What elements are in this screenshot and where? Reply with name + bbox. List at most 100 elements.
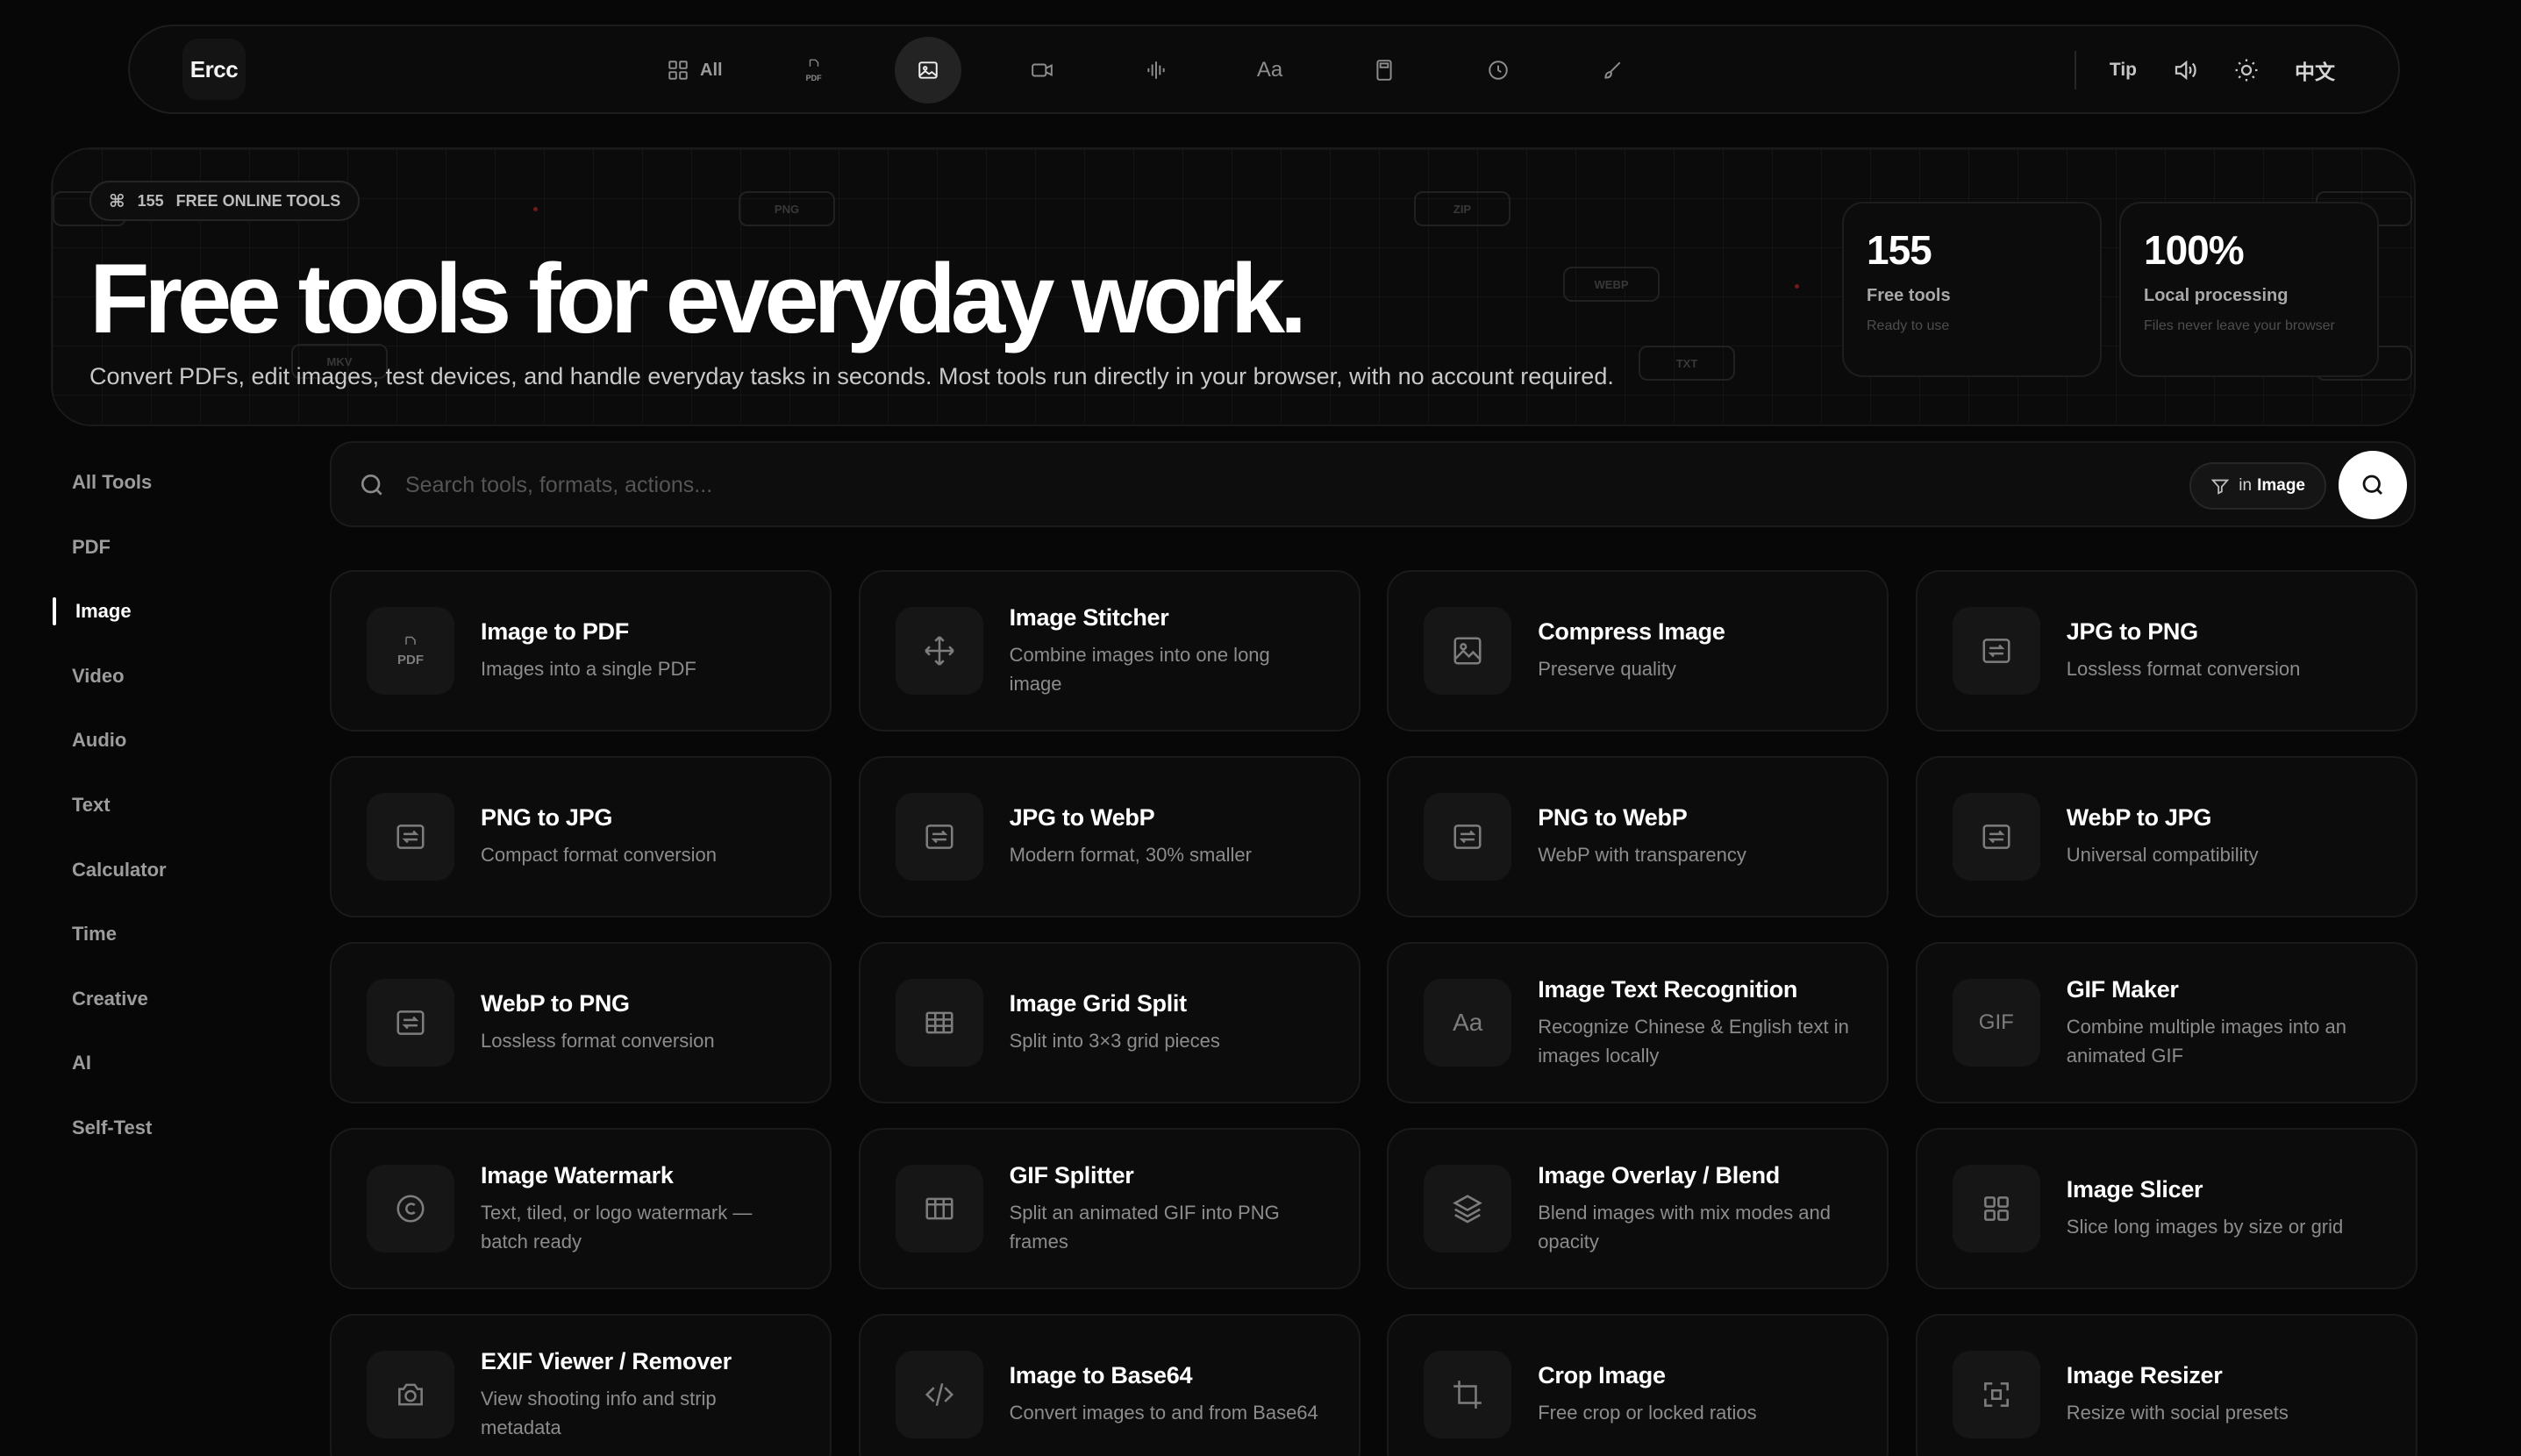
tool-description: Split into 3×3 grid pieces — [1009, 1030, 1220, 1052]
nav-category-creative[interactable] — [1579, 37, 1646, 103]
tool-title: PNG to JPG — [481, 804, 613, 831]
sidebar-item-self-test[interactable]: Self-Test — [53, 1110, 263, 1146]
nav-category-time[interactable] — [1465, 37, 1532, 103]
divider — [2074, 51, 2076, 89]
copyright-icon — [367, 1165, 454, 1253]
code-icon — [895, 1351, 983, 1438]
search-input[interactable] — [405, 460, 2072, 510]
tool-card-webp-to-png[interactable]: WebP to PNG Lossless format conversion — [330, 942, 832, 1103]
tool-card-gif-maker[interactable]: GIF GIF Maker Combine multiple images in… — [1915, 942, 2417, 1103]
tool-card-jpg-to-png[interactable]: JPG to PNG Lossless format conversion — [1915, 570, 2417, 732]
sidebar-item-audio[interactable]: Audio — [53, 723, 263, 758]
grid-icon — [668, 61, 688, 80]
tool-description: Images into a single PDF — [481, 658, 696, 680]
sidebar-item-pdf[interactable]: PDF — [53, 530, 263, 565]
tool-description: View shooting info and strip metadata — [481, 1387, 717, 1438]
convert-icon — [1952, 607, 2040, 695]
search-button[interactable] — [2339, 451, 2407, 519]
tool-description: Universal compatibility — [2066, 844, 2259, 866]
sidebar-item-video[interactable]: Video — [53, 659, 263, 694]
tool-title: Image to PDF — [481, 618, 629, 645]
move-icon — [895, 607, 983, 695]
nav-category-all[interactable]: All — [656, 37, 733, 103]
tool-card-crop-image[interactable]: Crop Image Free crop or locked ratios — [1387, 1314, 1889, 1456]
tool-card-image-resizer[interactable]: Image Resizer Resize with social presets — [1915, 1314, 2417, 1456]
tool-card-image-overlay-blend[interactable]: Image Overlay / Blend Blend images with … — [1387, 1128, 1889, 1289]
search-icon — [2362, 475, 2382, 495]
tool-title: Image Grid Split — [1009, 990, 1188, 1017]
sidebar-item-calculator[interactable]: Calculator — [53, 853, 263, 888]
page-title: Free tools for everyday work. — [89, 244, 1307, 353]
tool-description: Lossless format conversion — [481, 1030, 715, 1052]
stat-card-tools: 155 Free tools Ready to use — [1842, 202, 2102, 377]
top-right-tools: Tip 中文 — [2074, 37, 2335, 103]
tool-grid: PDF Image to PDF Images into a single PD… — [330, 570, 2417, 1456]
filter-icon — [2211, 479, 2230, 495]
tool-title: JPG to WebP — [1009, 804, 1155, 831]
gif-icon: GIF — [1952, 979, 2040, 1067]
pdf-icon: PDF — [367, 607, 454, 695]
tool-card-gif-splitter[interactable]: GIF Splitter Split an animated GIF into … — [858, 1128, 1360, 1289]
nav-category-image[interactable] — [894, 37, 961, 103]
sidebar-item-image[interactable]: Image — [53, 594, 263, 629]
sidebar-item-ai[interactable]: AI — [53, 1046, 263, 1081]
convert-icon — [367, 979, 454, 1067]
tool-description: Preserve quality — [1538, 658, 1676, 680]
nav-category-text[interactable]: Aa — [1237, 37, 1303, 103]
tool-title: Image to Base64 — [1009, 1362, 1193, 1388]
category-sidebar: All Tools PDF Image Video Audio Text Cal… — [53, 465, 263, 1175]
tool-description: Convert images to and from Base64 — [1009, 1402, 1318, 1424]
tip-button[interactable]: Tip — [2110, 60, 2137, 81]
nav-category-video[interactable] — [1009, 37, 1075, 103]
tool-card-compress-image[interactable]: Compress Image Preserve quality — [1387, 570, 1889, 732]
tool-description: Compact format conversion — [481, 844, 717, 866]
tool-title: Compress Image — [1538, 618, 1725, 645]
table-grid-icon — [895, 979, 983, 1067]
tool-card-webp-to-jpg[interactable]: WebP to JPG Universal compatibility — [1915, 756, 2417, 917]
tool-card-image-to-base64[interactable]: Image to Base64 Convert images to and fr… — [858, 1314, 1360, 1456]
tool-card-image-to-pdf[interactable]: PDF Image to PDF Images into a single PD… — [330, 570, 832, 732]
tool-card-png-to-webp[interactable]: PNG to WebP WebP with transparency — [1387, 756, 1889, 917]
crop-icon — [1424, 1351, 1512, 1438]
tool-description: Modern format, 30% smaller — [1009, 844, 1252, 866]
category-nav: All PDF Aa — [656, 37, 1693, 103]
nav-category-pdf[interactable]: PDF — [781, 37, 847, 103]
sound-toggle[interactable] — [2172, 57, 2198, 83]
tool-card-image-stitcher[interactable]: Image Stitcher Combine images into one l… — [858, 570, 1360, 732]
tool-card-image-slicer[interactable]: Image Slicer Slice long images by size o… — [1915, 1128, 2417, 1289]
tool-description: Resize with social presets — [2066, 1402, 2289, 1424]
sidebar-item-creative[interactable]: Creative — [53, 981, 263, 1017]
sun-icon — [2235, 59, 2258, 82]
video-icon — [1031, 63, 1053, 77]
sidebar-item-time[interactable]: Time — [53, 917, 263, 952]
convert-icon — [367, 793, 454, 881]
tool-title: Image Text Recognition — [1538, 975, 1798, 1003]
nav-category-calculator[interactable] — [1351, 37, 1418, 103]
tools-count-badge: ⌘ 155 FREE ONLINE TOOLS — [89, 181, 361, 221]
tool-card-image-text-recognition[interactable]: Aa Image Text Recognition Recognize Chin… — [1387, 942, 1889, 1103]
logo[interactable]: Ercc — [182, 39, 246, 100]
pdf-icon: PDF — [803, 58, 825, 82]
tool-description: Lossless format conversion — [2066, 658, 2301, 680]
floating-format-chip: WEBP — [1563, 267, 1660, 302]
sidebar-item-text[interactable]: Text — [53, 788, 263, 823]
tool-card-exif-viewer-remover[interactable]: EXIF Viewer / Remover View shooting info… — [330, 1314, 832, 1456]
tool-description: Recognize Chinese & English text in imag… — [1538, 1015, 1849, 1067]
tool-card-image-watermark[interactable]: Image Watermark Text, tiled, or logo wat… — [330, 1128, 832, 1289]
language-switch[interactable]: 中文 — [2295, 55, 2335, 85]
stat-card-local: 100% Local processing Files never leave … — [2119, 202, 2379, 377]
tool-title: Image Stitcher — [1009, 603, 1169, 631]
nav-category-audio[interactable] — [1123, 37, 1189, 103]
tool-card-image-grid-split[interactable]: Image Grid Split Split into 3×3 grid pie… — [858, 942, 1360, 1103]
category-filter-chip[interactable]: in Image — [2189, 462, 2326, 510]
tool-title: Image Watermark — [481, 1161, 674, 1188]
sidebar-item-all-tools[interactable]: All Tools — [53, 465, 263, 500]
tool-card-jpg-to-webp[interactable]: JPG to WebP Modern format, 30% smaller — [858, 756, 1360, 917]
convert-icon — [1424, 793, 1512, 881]
theme-toggle[interactable] — [2233, 57, 2260, 83]
tool-card-png-to-jpg[interactable]: PNG to JPG Compact format conversion — [330, 756, 832, 917]
text-icon: Aa — [1256, 58, 1283, 82]
command-icon: ⌘ — [109, 191, 125, 211]
nav-category-label: All — [700, 60, 723, 80]
floating-format-chip: PNG — [739, 191, 835, 226]
